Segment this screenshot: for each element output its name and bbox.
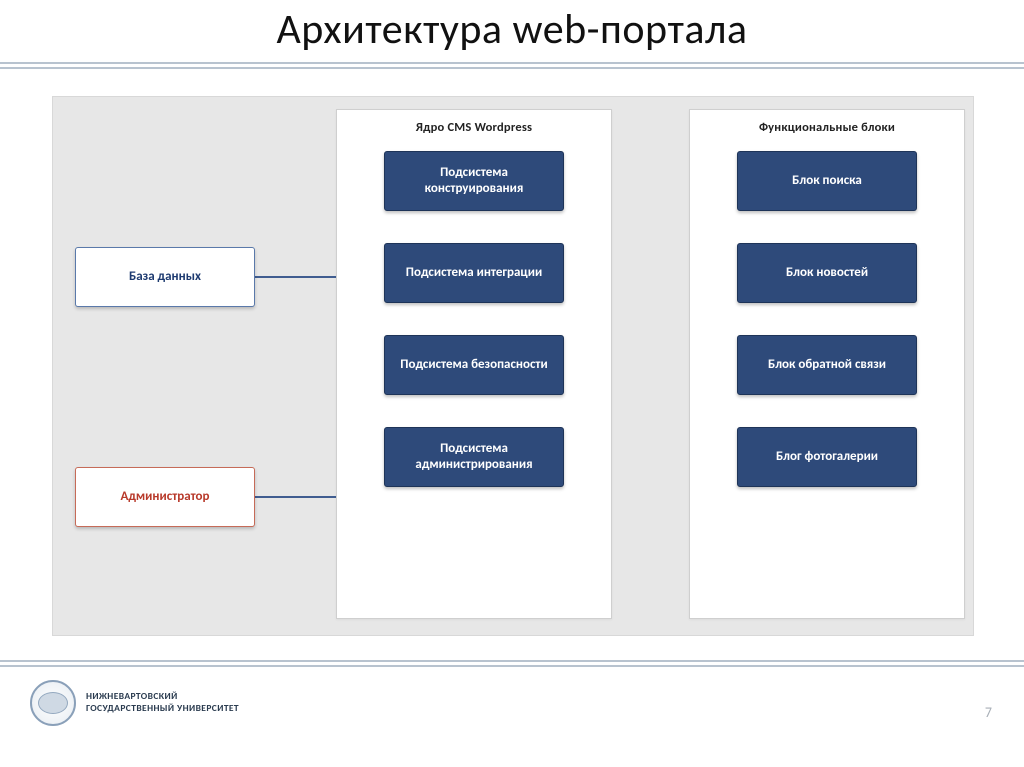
university-seal-icon [30,680,76,726]
divider-bottom-1 [0,660,1024,662]
divider-top-2 [0,67,1024,69]
divider-top-1 [0,62,1024,64]
footer-org-line2: ГОСУДАРСТВЕННЫЙ УНИВЕРСИТЕТ [86,703,239,715]
functional-panel-title: Функциональные блоки [694,120,960,135]
divider-bottom-2 [0,665,1024,667]
core-panel: Ядро CMS Wordpress Подсистема конструиро… [336,109,612,619]
core-item-1-label: Подсистема интеграции [406,265,542,281]
core-item-2-label: Подсистема безопасности [400,357,547,373]
func-item-0-label: Блок поиска [792,173,862,189]
core-panel-title: Ядро CMS Wordpress [341,120,607,135]
external-admin-box: Администратор [75,467,255,527]
func-item-1-label: Блок новостей [786,265,868,281]
func-item-1: Блок новостей [737,243,917,303]
functional-stack: Блок поиска Блок новостей Блок обратной … [690,151,964,487]
external-database-box: База данных [75,247,255,307]
core-item-0: Подсистема конструирования [384,151,564,211]
core-item-1: Подсистема интеграции [384,243,564,303]
core-item-0-label: Подсистема конструирования [395,165,553,198]
page-number: 7 [985,704,992,721]
external-admin-label: Администратор [120,489,209,505]
footer-logo: НИЖНЕВАРТОВСКИЙ ГОСУДАРСТВЕННЫЙ УНИВЕРСИ… [30,680,239,726]
footer-org-text: НИЖНЕВАРТОВСКИЙ ГОСУДАРСТВЕННЫЙ УНИВЕРСИ… [86,691,239,715]
core-stack: Подсистема конструирования Подсистема ин… [337,151,611,487]
func-item-0: Блок поиска [737,151,917,211]
core-item-3-label: Подсистема администрирования [395,441,553,474]
func-item-2-label: Блок обратной связи [768,357,886,373]
func-item-3-label: Блог фотогалерии [776,449,878,465]
func-item-2: Блок обратной связи [737,335,917,395]
core-item-2: Подсистема безопасности [384,335,564,395]
slide-title: Архитектура web-портала [0,4,1024,55]
func-item-3: Блог фотогалерии [737,427,917,487]
core-item-3: Подсистема администрирования [384,427,564,487]
functional-panel: Функциональные блоки Блок поиска Блок но… [689,109,965,619]
external-database-label: База данных [129,269,201,285]
diagram-canvas: База данных Администратор Ядро CMS Wordp… [52,96,974,636]
